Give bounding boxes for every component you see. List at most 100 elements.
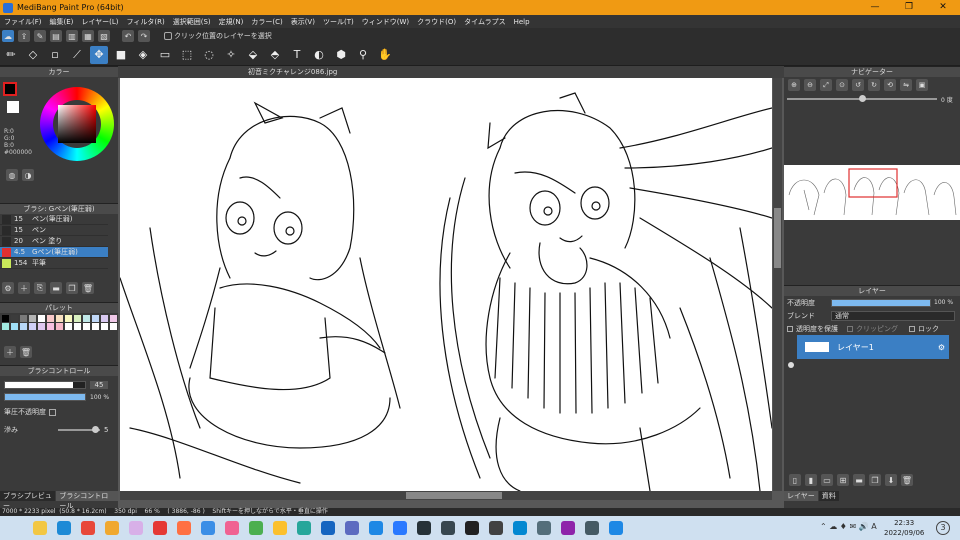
rect-icon[interactable]: ■ bbox=[112, 46, 130, 64]
brush-item[interactable]: 20 ペン 塗り bbox=[0, 236, 108, 247]
taskbar-app-icon[interactable] bbox=[369, 521, 383, 535]
menu-window[interactable]: ウィンドウ(W) bbox=[358, 17, 413, 27]
palette-swatch[interactable] bbox=[38, 323, 45, 330]
zoom-out-icon[interactable]: ⊖ bbox=[804, 79, 816, 91]
palette-swatch[interactable] bbox=[74, 323, 81, 330]
taskbar-app-icon[interactable] bbox=[297, 521, 311, 535]
palette-swatch[interactable] bbox=[47, 323, 54, 330]
rotation-slider[interactable] bbox=[787, 95, 937, 102]
taskbar-app-icon[interactable] bbox=[177, 521, 191, 535]
tab-brush-control[interactable]: ブラシコントロール bbox=[56, 491, 118, 510]
merge-down-icon[interactable]: ⬇ bbox=[885, 474, 897, 486]
dot-icon[interactable]: ▫ bbox=[46, 46, 64, 64]
magic-wand-icon[interactable]: ✧ bbox=[222, 46, 240, 64]
canvas-horizontal-scrollbar[interactable] bbox=[120, 491, 772, 500]
clipping-checkbox[interactable] bbox=[847, 325, 853, 332]
taskbar-app-icon[interactable] bbox=[201, 521, 215, 535]
drawing-canvas[interactable] bbox=[120, 78, 772, 491]
lock-checkbox[interactable] bbox=[909, 325, 915, 332]
brush-size-value[interactable]: 45 bbox=[90, 381, 108, 389]
menu-filter[interactable]: フィルタ(R) bbox=[123, 17, 169, 27]
eyedropper-icon[interactable]: ⚲ bbox=[354, 46, 372, 64]
new-layer-icon[interactable]: ▯ bbox=[789, 474, 801, 486]
comment-icon[interactable]: ✎ bbox=[34, 30, 46, 42]
flip-icon[interactable]: ⇋ bbox=[900, 79, 912, 91]
brush-add-icon[interactable]: ＋ bbox=[18, 282, 30, 294]
taskbar-app-icon[interactable] bbox=[489, 521, 503, 535]
palette-swatch[interactable] bbox=[20, 323, 27, 330]
reset-view-icon[interactable]: ⟲ bbox=[884, 79, 896, 91]
menu-cloud[interactable]: クラウド(O) bbox=[413, 17, 460, 27]
menu-timelapse[interactable]: タイムラプス bbox=[460, 17, 510, 27]
color-palette-icon[interactable]: ◍ bbox=[6, 169, 18, 181]
menu-edit[interactable]: 編集(E) bbox=[46, 17, 78, 27]
taskbar-app-icon[interactable] bbox=[561, 521, 575, 535]
move-icon[interactable]: ✥ bbox=[90, 45, 108, 64]
export-icon[interactable]: ⇪ bbox=[18, 30, 30, 42]
taskbar-app-icon[interactable] bbox=[465, 521, 479, 535]
new-halftone-layer-icon[interactable]: ▮ bbox=[805, 474, 817, 486]
palette-swatch[interactable] bbox=[56, 323, 63, 330]
brush-settings-icon[interactable]: ⚙ bbox=[2, 282, 14, 294]
taskbar-app-icon[interactable] bbox=[537, 521, 551, 535]
palette-swatch[interactable] bbox=[29, 315, 36, 322]
color-wheel[interactable] bbox=[40, 87, 114, 161]
navigator-thumbnail[interactable] bbox=[784, 165, 960, 220]
taskbar-app-icon[interactable] bbox=[57, 521, 71, 535]
shape-icon[interactable]: ⟋ bbox=[68, 46, 86, 64]
primary-color-swatch[interactable] bbox=[3, 82, 17, 96]
taskbar-app-icon[interactable] bbox=[441, 521, 455, 535]
menu-layer[interactable]: レイヤー(L) bbox=[77, 17, 122, 27]
actual-size-icon[interactable]: ⊙ bbox=[836, 79, 848, 91]
palette-swatch[interactable] bbox=[20, 315, 27, 322]
tab-layer[interactable]: レイヤー bbox=[784, 491, 818, 501]
palette-swatch[interactable] bbox=[110, 315, 117, 322]
palette-swatch[interactable] bbox=[29, 323, 36, 330]
gradient-icon[interactable]: ▭ bbox=[156, 46, 174, 64]
taskbar-app-icon[interactable] bbox=[513, 521, 527, 535]
palette-swatch[interactable] bbox=[83, 315, 90, 322]
taskbar-app-icon[interactable] bbox=[609, 521, 623, 535]
palette-swatch[interactable] bbox=[11, 315, 18, 322]
tab-brush-preview[interactable]: ブラシプレビュー bbox=[0, 491, 56, 510]
close-button[interactable]: ✕ bbox=[926, 0, 960, 15]
panel-icon[interactable]: ▥ bbox=[66, 30, 78, 42]
layer-settings-icon[interactable]: ⚙ bbox=[938, 343, 945, 352]
canvas-vertical-scrollbar[interactable] bbox=[773, 78, 782, 491]
palette-swatch[interactable] bbox=[56, 315, 63, 322]
palette-swatch[interactable] bbox=[11, 323, 18, 330]
brush-item[interactable]: 15 ペン bbox=[0, 225, 108, 236]
system-tray-icons[interactable]: ⌃ ☁ ♦ ✉ 🔊 A bbox=[820, 522, 877, 531]
menu-file[interactable]: ファイル(F) bbox=[0, 17, 46, 27]
taskbar-app-icon[interactable] bbox=[345, 521, 359, 535]
taskbar-app-icon[interactable] bbox=[225, 521, 239, 535]
navigator-lock-icon[interactable]: ▣ bbox=[916, 79, 928, 91]
palette-delete-icon[interactable]: 🗑 bbox=[20, 346, 32, 358]
brush-copy-icon[interactable]: ⎘ bbox=[34, 282, 46, 294]
rotate-left-icon[interactable]: ↺ bbox=[852, 79, 864, 91]
taskbar-clock[interactable]: 22:33 2022/09/06 bbox=[884, 518, 924, 538]
palette-add-icon[interactable]: ＋ bbox=[4, 346, 16, 358]
pressure-opacity-checkbox[interactable] bbox=[49, 408, 56, 416]
taskbar-app-icon[interactable] bbox=[321, 521, 335, 535]
grid-icon[interactable]: ▦ bbox=[82, 30, 94, 42]
taskbar-app-icon[interactable] bbox=[153, 521, 167, 535]
tab-material[interactable]: 資料 bbox=[818, 491, 839, 501]
color-mode-icon[interactable]: ◑ bbox=[22, 169, 34, 181]
layer-opacity-slider[interactable] bbox=[831, 298, 931, 307]
saturation-square[interactable] bbox=[58, 105, 96, 143]
palette-swatch[interactable] bbox=[101, 315, 108, 322]
operation-icon[interactable]: ⬢ bbox=[332, 46, 350, 64]
add-layer-menu-icon[interactable]: ⊞ bbox=[837, 474, 849, 486]
palette-swatch[interactable] bbox=[65, 323, 72, 330]
menu-help[interactable]: Help bbox=[510, 18, 534, 26]
brush-folder-icon[interactable]: ▬ bbox=[50, 282, 62, 294]
menu-ruler[interactable]: 定規(N) bbox=[215, 17, 248, 27]
maximize-button[interactable]: ❐ bbox=[892, 0, 926, 15]
taskbar-app-icon[interactable] bbox=[585, 521, 599, 535]
lasso-icon[interactable]: ◌ bbox=[200, 46, 218, 64]
brush-duplicate-icon[interactable]: ❐ bbox=[66, 282, 78, 294]
divide-icon[interactable]: ◐ bbox=[310, 46, 328, 64]
layout-icon[interactable]: ▧ bbox=[98, 30, 110, 42]
palette-swatch[interactable] bbox=[47, 315, 54, 322]
